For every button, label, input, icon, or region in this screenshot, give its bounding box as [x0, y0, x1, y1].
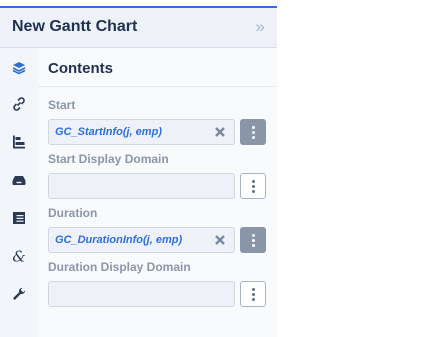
- properties-panel: New Gantt Chart » & Contents Start GC_St…: [0, 0, 277, 337]
- start-label: Start: [48, 98, 76, 112]
- layers-icon[interactable]: [9, 58, 29, 78]
- start-display-domain-field[interactable]: [48, 173, 235, 199]
- svg-text:&: &: [12, 248, 25, 264]
- clear-duration-icon[interactable]: [212, 231, 228, 249]
- link-icon[interactable]: [9, 94, 29, 114]
- duration-display-domain-field[interactable]: [48, 281, 235, 307]
- ampersand-icon[interactable]: &: [9, 246, 29, 266]
- duration-display-domain-more-button[interactable]: [240, 281, 266, 307]
- collapse-panel-button[interactable]: »: [256, 17, 265, 37]
- panel-title: New Gantt Chart: [12, 18, 138, 35]
- start-more-button[interactable]: [240, 119, 266, 145]
- duration-more-button[interactable]: [240, 227, 266, 253]
- section-title: Contents: [48, 60, 113, 77]
- start-value: GC_StartInfo(j, emp): [55, 126, 162, 138]
- contents-section: Contents Start GC_StartInfo(j, emp) Star…: [38, 48, 277, 337]
- more-vertical-icon: [251, 287, 255, 302]
- side-tab-rail: &: [0, 48, 38, 337]
- more-vertical-icon: [251, 233, 255, 248]
- gantt-bars-icon[interactable]: [9, 132, 29, 152]
- table-icon[interactable]: [9, 208, 29, 228]
- more-vertical-icon: [251, 179, 255, 194]
- panel-header: New Gantt Chart »: [0, 8, 277, 48]
- more-vertical-icon: [251, 125, 255, 140]
- start-field[interactable]: GC_StartInfo(j, emp): [48, 119, 235, 145]
- duration-field[interactable]: GC_DurationInfo(j, emp): [48, 227, 235, 253]
- clear-start-icon[interactable]: [212, 123, 228, 141]
- wrench-icon[interactable]: [9, 284, 29, 304]
- start-display-domain-label: Start Display Domain: [48, 152, 169, 166]
- start-display-domain-more-button[interactable]: [240, 173, 266, 199]
- duration-display-domain-label: Duration Display Domain: [48, 260, 191, 274]
- tray-icon[interactable]: [9, 170, 29, 190]
- duration-value: GC_DurationInfo(j, emp): [55, 234, 183, 246]
- section-divider: [38, 86, 277, 87]
- duration-label: Duration: [48, 206, 98, 220]
